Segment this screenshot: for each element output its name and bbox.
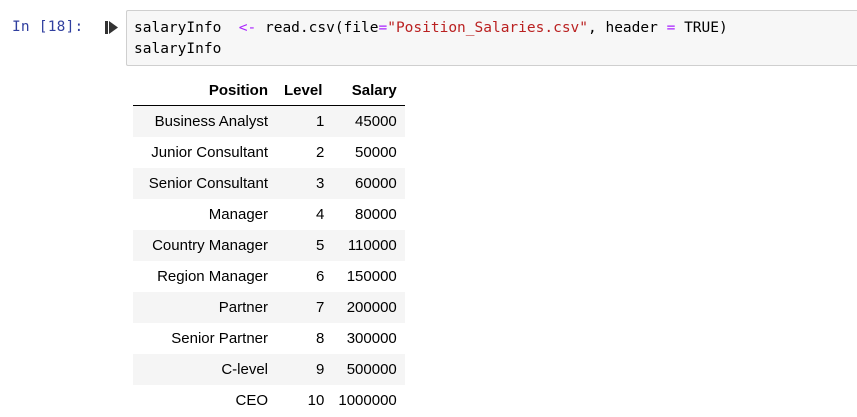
code-editor[interactable]: salaryInfo <- read.csv(file="Position_Sa… <box>126 10 857 66</box>
salary-cell: 200000 <box>346 299 397 316</box>
table-row: Region Manager 6 150000 <box>133 261 405 292</box>
table-row: C-level 9 500000 <box>133 354 405 385</box>
level-cell: 6 <box>316 268 325 285</box>
code-variable: salaryInfo <box>134 20 222 36</box>
level-cell: 10 <box>307 392 325 409</box>
table-row: CEO 10 1000000 <box>133 385 405 416</box>
level-cell: 7 <box>316 299 325 316</box>
level-cell: 3 <box>316 175 325 192</box>
table-row: Junior Consultant 2 50000 <box>133 137 405 168</box>
level-cell: 9 <box>316 361 325 378</box>
position-cell: CEO <box>235 392 268 409</box>
code-assign-operator: <- <box>238 20 257 36</box>
code-variable: salaryInfo <box>134 41 222 57</box>
position-cell: Senior Partner <box>171 330 268 347</box>
salary-cell: 150000 <box>346 268 397 285</box>
input-prompt: In [18]: <box>12 19 84 35</box>
dataframe-table: Position Level Salary Business Analyst 1… <box>133 75 405 416</box>
output-area: Position Level Salary Business Analyst 1… <box>133 75 405 416</box>
level-cell: 4 <box>316 206 325 223</box>
column-header: Position <box>133 75 276 106</box>
code-argument: , header <box>588 20 658 36</box>
table-row: Senior Consultant 3 60000 <box>133 168 405 199</box>
notebook-cell: In [18]: salaryInfo <- read.csv(file="Po… <box>0 0 857 417</box>
code-string-literal: "Position_Salaries.csv" <box>387 20 589 36</box>
code-equals-operator: = <box>378 20 388 36</box>
table-row: Senior Partner 8 300000 <box>133 323 405 354</box>
code-value: TRUE) <box>684 20 728 36</box>
position-cell: C-level <box>221 361 268 378</box>
salary-cell: 1000000 <box>338 392 397 409</box>
position-cell: Senior Consultant <box>148 175 268 192</box>
table-header-row: Position Level Salary <box>133 75 405 106</box>
position-cell: Junior Consultant <box>151 144 268 161</box>
table-row: Manager 4 80000 <box>133 199 405 230</box>
level-cell: 5 <box>316 237 325 254</box>
level-cell: 1 <box>316 113 325 130</box>
position-cell: Manager <box>208 206 268 223</box>
column-header: Salary <box>330 75 405 106</box>
salary-cell: 60000 <box>355 175 397 192</box>
level-cell: 2 <box>316 144 325 161</box>
salary-cell: 80000 <box>355 206 397 223</box>
position-cell: Region Manager <box>157 268 268 285</box>
table-row: Business Analyst 1 45000 <box>133 105 405 137</box>
salary-cell: 110000 <box>347 237 397 254</box>
salary-cell: 45000 <box>355 113 397 130</box>
level-cell: 8 <box>316 330 325 347</box>
position-cell: Country Manager <box>152 237 268 254</box>
salary-cell: 50000 <box>355 144 397 161</box>
salary-cell: 500000 <box>346 361 397 378</box>
code-call: read.csv(file <box>264 20 379 36</box>
salary-cell: 300000 <box>346 330 397 347</box>
position-cell: Partner <box>218 299 268 316</box>
table-row: Country Manager 5 110000 <box>133 230 405 261</box>
code-content: salaryInfo <- read.csv(file="Position_Sa… <box>134 18 728 60</box>
table-row: Partner 7 200000 <box>133 292 405 323</box>
column-header: Level <box>276 75 331 106</box>
position-cell: Business Analyst <box>154 113 268 130</box>
run-cell-icon[interactable] <box>105 20 119 36</box>
